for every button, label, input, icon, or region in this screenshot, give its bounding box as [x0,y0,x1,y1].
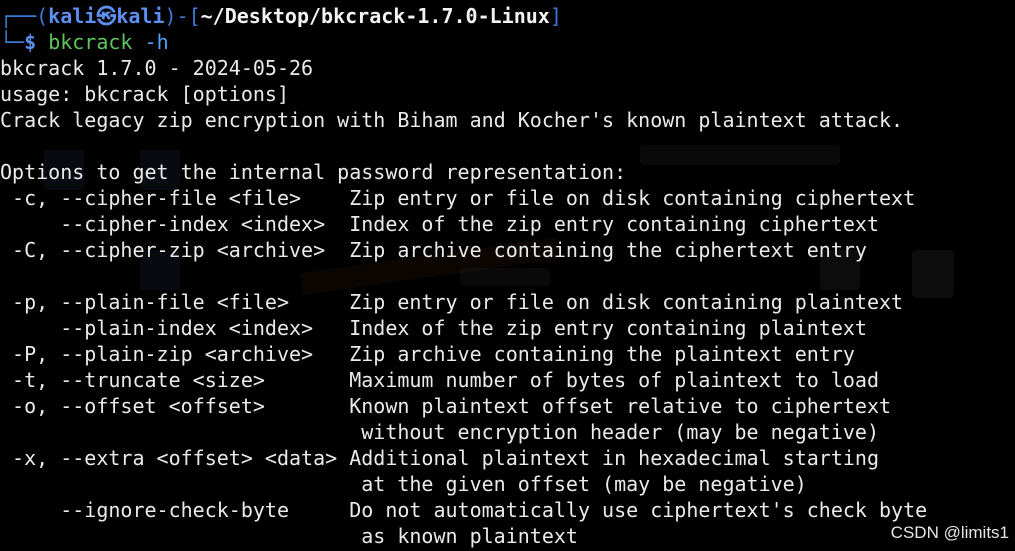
output-line: -o, --offset <offset> Known plaintext of… [0,394,892,418]
prompt-frame-close: ] [549,4,562,28]
output-line: at the given offset (may be negative) [0,472,807,496]
output-line: usage: bkcrack [options] [0,82,289,106]
output-line: without encryption header (may be negati… [0,420,879,444]
prompt-frame-mid: )-[ [164,4,201,28]
output-line: -t, --truncate <size> Maximum number of … [0,368,879,392]
command-args: -h [132,30,169,54]
output-line: -C, --cipher-zip <archive> Zip archive c… [0,238,867,262]
prompt-frame-open: ┌──( [0,4,49,28]
prompt-line-2[interactable]: └─$ bkcrack -h [0,29,1015,55]
skull-icon: ㉿ [96,4,117,28]
prompt-line-1: ┌──(kali㉿kali)-[~/Desktop/bkcrack-1.7.0-… [0,3,1015,29]
output-line: Options to get the internal password rep… [0,160,627,184]
prompt-path: ~/Desktop/bkcrack-1.7.0-Linux [200,4,550,28]
output-line: --ignore-check-byte Do not automatically… [0,498,928,522]
terminal-window[interactable]: ┌──(kali㉿kali)-[~/Desktop/bkcrack-1.7.0-… [0,0,1015,551]
output-line: -p, --plain-file <file> Zip entry or fil… [0,290,904,314]
output-line: Crack legacy zip encryption with Biham a… [0,108,904,132]
output-line: bkcrack 1.7.0 - 2024-05-26 [0,56,314,80]
output-line: as known plaintext [0,524,578,548]
prompt-user: kali [48,4,97,28]
output-line: -c, --cipher-file <file> Zip entry or fi… [0,186,916,210]
prompt-host: kali [116,4,165,28]
watermark: CSDN @limits1 [890,523,1009,542]
output-line: --cipher-index <index> Index of the zip … [0,212,879,236]
output-line: --plain-index <index> Index of the zip e… [0,316,867,340]
output-line: -P, --plain-zip <archive> Zip archive co… [0,342,855,366]
prompt-dollar: $ [24,30,37,54]
output-line: -x, --extra <offset> <data> Additional p… [0,446,879,470]
prompt-frame-second: └─ [0,30,25,54]
command-name: bkcrack [48,30,133,54]
